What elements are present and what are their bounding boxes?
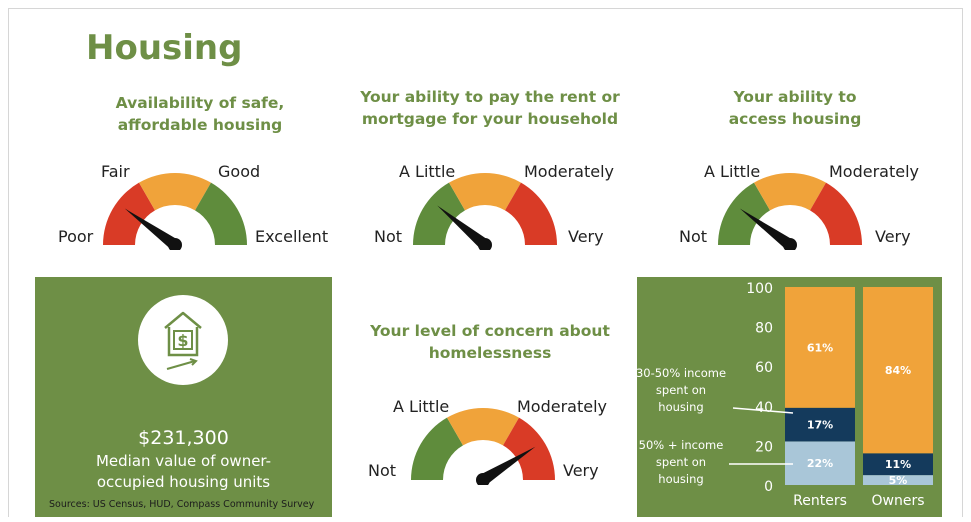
- y-tick-label: 60: [755, 360, 773, 376]
- house-dollar-icon: $: [138, 295, 228, 385]
- y-tick-label: 20: [755, 439, 773, 455]
- median-label-line: Median value of owner-: [95, 452, 272, 470]
- data-label: 17%: [807, 419, 833, 432]
- gauge-label-far-left: Poor: [58, 227, 94, 246]
- data-label: 22%: [807, 457, 833, 470]
- gauge-label-far-right: Very: [875, 227, 911, 246]
- y-tick-label: 40: [755, 400, 773, 416]
- median-label: Median value of owner- occupied housing …: [35, 451, 332, 493]
- gauge-label-upper-right: Good: [218, 162, 261, 181]
- gauge-title-line: access housing: [728, 110, 862, 128]
- gauge-label-upper-right: Moderately: [517, 397, 608, 416]
- gauge-title-line: Your level of concern about: [370, 322, 610, 340]
- cost-burden-panel: 0 20 40 60 80 100 22% 17% 61% Renters 5% 11% 84% Owne…: [636, 277, 942, 517]
- data-label: 61%: [807, 341, 833, 354]
- gauge-title-line: affordable housing: [117, 116, 283, 134]
- gauge-title-line: Your ability to: [733, 88, 857, 106]
- gauge-title-line: Availability of safe,: [115, 94, 285, 112]
- median-value-panel: $ $231,300 Median value of owner- occupi…: [35, 277, 332, 517]
- y-tick-label: 100: [746, 281, 773, 297]
- svg-text:$: $: [177, 331, 188, 350]
- gauge-label-upper-left: Fair: [101, 162, 130, 181]
- gauge-title-homelessness: Your level of concern about homelessness: [360, 320, 620, 364]
- data-label: 5%: [889, 474, 908, 487]
- gauge-label-far-right: Very: [563, 461, 599, 480]
- y-tick-label: 80: [755, 321, 773, 337]
- annotation-text: spent on: [656, 383, 706, 397]
- gauge-title-availability: Availability of safe, affordable housing: [80, 92, 320, 136]
- gauge-label-upper-left: A Little: [399, 162, 456, 181]
- annotation-text: spent on: [656, 455, 706, 469]
- gauge-label-far-right: Very: [568, 227, 604, 246]
- gauge-title-pay-rent: Your ability to pay the rent or mortgage…: [360, 86, 620, 130]
- annotation-text: housing: [658, 472, 703, 486]
- gauge-label-far-left: Not: [374, 227, 403, 246]
- y-tick-label: 0: [764, 479, 773, 495]
- gauge-label-upper-right: Moderately: [524, 162, 615, 181]
- gauge-label-upper-right: Moderately: [829, 162, 920, 181]
- gauge-label-upper-left: A Little: [704, 162, 761, 181]
- annotation-text: housing: [658, 400, 703, 414]
- gauge-title-line: homelessness: [428, 344, 552, 362]
- category-label: Owners: [871, 493, 924, 509]
- cost-burden-chart: 0 20 40 60 80 100 22% 17% 61% Renters 5% 11% 84% Owne…: [636, 281, 933, 509]
- gauge-title-line: Your ability to pay the rent or: [360, 88, 620, 106]
- gauge-label-far-left: Not: [679, 227, 708, 246]
- median-label-line: occupied housing units: [96, 473, 271, 491]
- gauge-title-line: mortgage for your household: [361, 110, 619, 128]
- sources-note: Sources: US Census, HUD, Compass Communi…: [49, 499, 315, 510]
- gauge-label-far-left: Not: [368, 461, 397, 480]
- gauge-title-access: Your ability to access housing: [695, 86, 895, 130]
- annotation-text: 30-50% income: [637, 366, 726, 380]
- gauge-label-far-right: Excellent: [255, 227, 329, 246]
- data-label: 11%: [885, 458, 911, 471]
- page-title: Housing: [86, 28, 243, 68]
- data-label: 84%: [885, 364, 911, 377]
- category-label: Renters: [793, 493, 847, 509]
- median-value: $231,300: [138, 427, 229, 449]
- annotation-text: 50% + income: [639, 438, 724, 452]
- gauge-label-upper-left: A Little: [393, 397, 450, 416]
